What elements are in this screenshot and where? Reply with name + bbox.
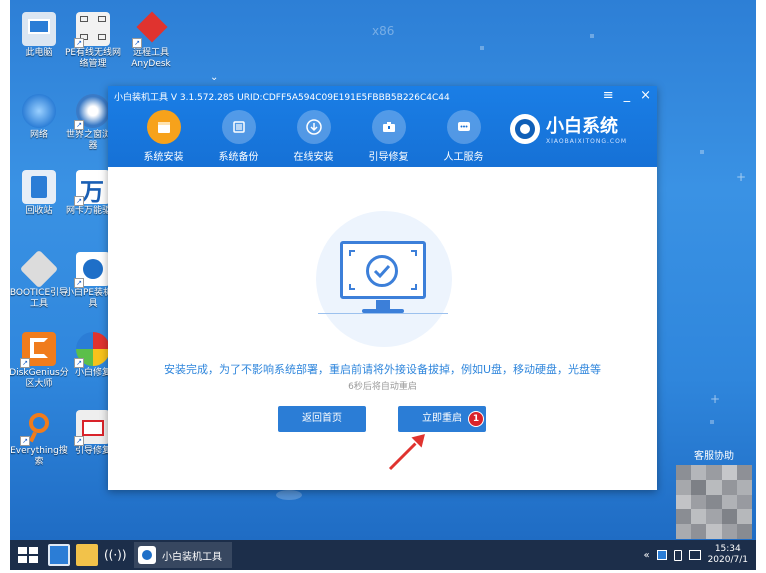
desktop-icon-bootice[interactable]: BOOTICE引导工具	[10, 249, 70, 310]
install-icon	[146, 110, 181, 144]
window-header: 小白装机工具 V 3.1.572.285 URID:CDFF5A594C09E1…	[108, 86, 657, 167]
taskbar-app-label: 小白装机工具	[162, 551, 222, 563]
clock-date: 2020/7/1	[707, 555, 748, 565]
tray-app-icon[interactable]	[656, 550, 667, 560]
brand-name: 小白系统	[546, 116, 618, 137]
usb-icon[interactable]	[673, 549, 682, 561]
browser-icon: ↗	[74, 94, 110, 130]
minimize-icon[interactable]: _	[624, 88, 631, 103]
folder-icon[interactable]	[76, 544, 98, 566]
countdown-text: 6秒后将自动重启	[348, 382, 417, 392]
taskbar-app-xiaobai[interactable]: 小白装机工具	[134, 542, 232, 568]
diskgenius-icon: ↗	[20, 332, 56, 368]
download-icon	[296, 110, 331, 144]
recycle-bin-icon	[22, 170, 56, 204]
decoration: +	[710, 392, 721, 406]
start-button[interactable]	[14, 541, 42, 569]
menu-icon[interactable]: ≡	[603, 88, 614, 103]
tab-system-backup[interactable]: 系统备份	[201, 110, 276, 163]
clock-time: 15:34	[714, 544, 741, 554]
toolbox-icon	[371, 110, 406, 144]
network-signal-icon[interactable]: ((·))	[104, 544, 127, 566]
installer-window: 小白装机工具 V 3.1.572.285 URID:CDFF5A594C09E1…	[108, 86, 657, 490]
anydesk-icon: ↗	[132, 11, 168, 48]
decoration: +	[736, 170, 747, 184]
decoration	[710, 420, 714, 424]
network-icon[interactable]	[688, 550, 701, 560]
window-body: 安装完成，为了不影响系统部署，重启前请将外接设备拔掉，例如U盘，移动硬盘，光盘等…	[108, 167, 657, 490]
decoration	[590, 34, 594, 38]
desktop-icon[interactable]	[48, 544, 70, 566]
xiaobai-icon: ↗	[74, 252, 110, 288]
system-tray: « 15:34 2020/7/1	[643, 544, 756, 566]
checkmark-icon	[366, 255, 398, 287]
desktop-icon-recycle-bin[interactable]: 回收站	[10, 170, 70, 217]
taskbar: ((·)) 小白装机工具 « 15:34 2020/7/1	[10, 540, 756, 570]
decoration	[700, 150, 704, 154]
desktop-icon-network-manager[interactable]: ↗ PE有线无线网络管理	[62, 12, 124, 70]
pointer-arrow-icon	[387, 431, 428, 472]
decoration	[480, 46, 484, 50]
repair-icon: ↗	[74, 410, 110, 446]
tab-online-install[interactable]: 在线安装	[276, 110, 351, 163]
network-globe-icon	[22, 94, 56, 128]
desktop-icon-anydesk[interactable]: ↗ 远程工具AnyDesk	[120, 11, 182, 70]
desktop-icon-network[interactable]: 网络	[10, 94, 70, 141]
support-widget-title: 客服协助	[694, 451, 734, 462]
divider	[318, 313, 448, 314]
pinwheel-icon: ↗	[74, 332, 110, 368]
brand-logo: 小白系统 XIAOBAIXITONG.COM	[510, 112, 627, 145]
driver-icon: 万 ↗	[74, 170, 110, 206]
cloud	[276, 490, 302, 500]
step-badge: 1	[468, 411, 484, 427]
watermark: x86	[372, 24, 395, 38]
tray-expand-icon[interactable]: «	[643, 550, 649, 561]
install-complete-message: 安装完成，为了不影响系统部署，重启前请将外接设备拔掉，例如U盘，移动硬盘，光盘等	[163, 363, 602, 376]
window-title: 小白装机工具 V 3.1.572.285 URID:CDFF5A594C09E1…	[114, 93, 450, 103]
bootice-icon	[19, 249, 59, 289]
desktop-icon-diskgenius[interactable]: ↗ DiskGenius分区大师	[10, 332, 70, 390]
brand-sub: XIAOBAIXITONG.COM	[546, 138, 627, 145]
xiaobai-logo-icon	[510, 113, 540, 144]
chevron-down-icon[interactable]: ⌄	[210, 72, 218, 83]
network-manager-icon: ↗	[74, 12, 110, 48]
backup-icon	[221, 110, 256, 144]
tab-human-service[interactable]: 人工服务	[426, 110, 501, 163]
desktop-icon-everything[interactable]: ↗ Everything搜索	[10, 410, 70, 468]
back-home-button[interactable]: 返回首页	[278, 406, 366, 432]
main-nav: 系统安装 系统备份 在线安装 引导修复 人工服务	[126, 110, 501, 163]
qr-code-image	[676, 465, 752, 539]
tab-system-install[interactable]: 系统安装	[126, 110, 201, 163]
window-controls: ≡ _ ×	[603, 88, 651, 103]
chat-icon	[446, 110, 481, 144]
xiaobai-app-icon	[138, 546, 156, 564]
tab-boot-repair[interactable]: 引导修复	[351, 110, 426, 163]
search-icon: ↗	[20, 410, 56, 446]
clock[interactable]: 15:34 2020/7/1	[708, 544, 748, 566]
support-widget[interactable]: 客服协助	[676, 447, 752, 539]
desktop-icon-computer[interactable]: 此电脑	[10, 12, 70, 59]
close-icon[interactable]: ×	[640, 88, 651, 103]
computer-icon	[22, 12, 56, 46]
